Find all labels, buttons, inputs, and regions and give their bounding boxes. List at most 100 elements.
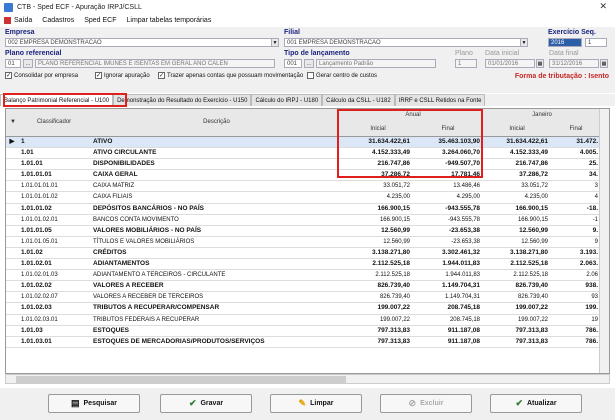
table-row[interactable]: 1.01.02.03.01 TRIBUTOS FEDERAIS A RECUPER…	[6, 315, 601, 326]
table-row[interactable]: 1.01 ATIVO CIRCULANTE 4.152.333,49 3.264.06…	[6, 148, 601, 160]
footer-toolbar: ▤ Pesquisar ✔ Gravar ✎ Limpar ⊘ Excluir ✔ Atu…	[0, 388, 615, 420]
table-row[interactable]: 1.01.01.02 DEPÓSITOS BANCÁRIOS - NO PAÍS 1…	[6, 204, 601, 215]
tipo-description: Lançamento Padrão	[316, 59, 436, 68]
table-cell: 93	[591, 294, 598, 301]
table-row[interactable]: 1.01.01.05.01 TÍTULOS E VALORES MOBILIÁRI…	[6, 237, 601, 248]
table-row[interactable]: 1.01.03.01 ESTOQUES DE MERCADORIAS/PRODUT…	[6, 337, 601, 348]
table-row[interactable]: ▶ 1 ATIVO 31.634.422,61 35.463.103,90 31.634.…	[6, 137, 601, 149]
tab-demonstracao[interactable]: Demonstração do Resultado do Exercício -…	[113, 94, 252, 106]
table-cell: 33.051,72	[383, 183, 410, 190]
table-row[interactable]: 1.01.01.02.01 BANCOS CONTA MOVIMENTO 166.9…	[6, 215, 601, 226]
col-janeiro-inicial[interactable]: Inicial	[483, 126, 551, 132]
table-cell: 2.112.525,18	[513, 272, 548, 279]
row-indicator-icon	[6, 159, 18, 169]
table-row[interactable]: 1.01.02.03 TRIBUTOS A RECUPERAR/COMPENSAR…	[6, 303, 601, 315]
table-row[interactable]: 1.01.01.05 VALORES MOBILIÁRIOS - NO PAÍS 1…	[6, 226, 601, 237]
exercicio-field[interactable]: 2016	[548, 38, 582, 47]
data-inicial-label: Data inicial	[485, 50, 520, 57]
sort-icon[interactable]: ▼	[8, 119, 18, 125]
table-cell: 3.302.461,32	[442, 248, 480, 256]
menu-cadastros[interactable]: Cadastros	[42, 17, 74, 24]
calendar-icon[interactable]: ▦	[600, 59, 608, 68]
table-cell: 1.01.03.01	[21, 337, 52, 345]
tipo-search-icon[interactable]: …	[304, 59, 314, 68]
tipo-code-field[interactable]: 001	[284, 59, 302, 68]
seq-field[interactable]: 1	[585, 38, 607, 47]
horizontal-scrollbar[interactable]	[5, 374, 610, 384]
table-cell: 1.01.01.01	[21, 171, 52, 179]
excluir-button[interactable]: ⊘ Excluir	[380, 394, 472, 413]
table-cell: VALORES A RECEBER	[93, 282, 164, 290]
grid-header: ▼ Classificador Descrição Anual Inicial …	[6, 109, 609, 137]
table-cell: 1	[21, 138, 25, 145]
menu-saida[interactable]: Saída	[4, 17, 32, 24]
title-bar: CTB - Sped ECF - Apuração IRPJ/CSLL ✕	[0, 0, 615, 14]
table-cell: 1.01.02.02	[21, 282, 52, 290]
table-cell: 9.	[592, 226, 598, 234]
row-indicator-icon	[6, 303, 18, 313]
scroll-thumb[interactable]	[16, 376, 346, 383]
table-cell: ADIANTAMENTOS	[93, 260, 150, 268]
table-row[interactable]: 1.01.01 DISPONIBILIDADES 216.747,86 -949.50…	[6, 159, 601, 171]
col-descricao[interactable]: Descrição	[90, 119, 343, 125]
check-icon: ✓	[5, 72, 12, 79]
exercicio-label: Exercício Seq.	[548, 29, 596, 36]
table-cell: 12.560,99	[521, 238, 548, 245]
table-row[interactable]: 1.01.01.01.01 CAIXA MATRIZ 33.051,72 13.486…	[6, 181, 601, 193]
tab-irrf[interactable]: IRRF e CSLL Retidos na Fonte	[394, 94, 486, 106]
plano2-field: 1	[455, 59, 477, 68]
calendar-icon[interactable]: ▦	[536, 59, 544, 68]
gravar-button[interactable]: ✔ Gravar	[160, 394, 252, 413]
pesquisar-button[interactable]: ▤ Pesquisar	[48, 394, 140, 413]
table-cell: 166.900,15	[377, 204, 410, 212]
consolidar-checkbox[interactable]: ✓ Consolidar por empresa	[5, 72, 78, 79]
filial-dropdown-icon[interactable]: ▼	[520, 38, 528, 47]
table-row[interactable]: 1.01.01.01 CAIXA GERAL 37.286,72 17.781,46 3…	[6, 170, 601, 182]
table-row[interactable]: 1.01.03 ESTOQUES 797.313,83 911.187,08 797.3…	[6, 326, 601, 337]
table-row[interactable]: 1.01.01.01.02 CAIXA FILIAIS 4.235,00 4.295,…	[6, 192, 601, 204]
col-janeiro-final[interactable]: Final	[551, 126, 601, 132]
limpar-button[interactable]: ✎ Limpar	[270, 394, 362, 413]
table-cell: 208.745,18	[447, 304, 480, 312]
table-cell: 37.286,72	[519, 171, 548, 179]
table-cell: -943.555,78	[445, 204, 480, 212]
table-cell: CAIXA FILIAIS	[93, 194, 133, 201]
check-icon: ✔	[515, 398, 523, 408]
empresa-field[interactable]: 002 EMPRESA DEMONSTRACAO	[5, 38, 275, 47]
table-cell: 1.01.02.01.03	[21, 272, 58, 279]
table-cell: 3.138.271,80	[372, 248, 410, 256]
tab-csll[interactable]: Cálculo da CSLL - U182	[322, 94, 395, 106]
trazer-checkbox[interactable]: ✓ Trazer apenas contas que possuam movime…	[158, 72, 303, 79]
anual-highlight	[337, 109, 483, 178]
table-cell: 1.01.02	[21, 248, 43, 256]
table-cell: ATIVO	[93, 138, 113, 145]
menu-bar: Saída Cadastros Sped ECF Limpar tabelas …	[0, 14, 615, 27]
atualizar-button[interactable]: ✔ Atualizar	[490, 394, 582, 413]
plano-search-icon[interactable]: …	[23, 59, 33, 68]
table-row[interactable]: 1.01.02.02 VALORES A RECEBER 826.739,40 1.1…	[6, 281, 601, 293]
gerar-checkbox[interactable]: Gerar centro de custos	[307, 72, 377, 79]
menu-sped-ecf[interactable]: Sped ECF	[84, 17, 116, 24]
table-row[interactable]: 1.01.02.01.03 ADIANTAMENTO A TERCEIROS - …	[6, 270, 601, 282]
table-cell: 1.01.01.02	[21, 204, 52, 212]
table-cell: 797.313,83	[515, 337, 548, 345]
vertical-scrollbar[interactable]	[599, 109, 609, 373]
filial-field[interactable]: 001 EMPRESA DEMONSTRACAO	[284, 38, 524, 47]
empresa-dropdown-icon[interactable]: ▼	[271, 38, 279, 47]
tab-irpj[interactable]: Cálculo do IRPJ - U180	[251, 94, 323, 106]
table-row[interactable]: 1.01.02.01 ADIANTAMENTOS 2.112.525,18 1.944…	[6, 259, 601, 271]
col-classificador[interactable]: Classificador	[18, 119, 90, 125]
check-icon: ✔	[188, 398, 197, 408]
table-cell: TRIBUTOS A RECUPERAR/COMPENSAR	[93, 304, 220, 312]
table-cell: TÍTULOS E VALORES MOBILIÁRIOS	[93, 238, 195, 245]
table-cell: 4.152.333,49	[510, 149, 548, 157]
ignorar-checkbox[interactable]: ✓ Ignorar apuração	[95, 72, 150, 79]
table-cell: 1.944.011,83	[442, 260, 480, 268]
row-indicator-icon	[6, 170, 18, 180]
table-cell: -18.	[586, 204, 598, 212]
close-icon[interactable]: ✕	[599, 1, 607, 12]
table-row[interactable]: 1.01.02.02.07 VALORES A RECEBER DE TERCEI…	[6, 292, 601, 304]
menu-limpar-tabelas[interactable]: Limpar tabelas temporárias	[127, 17, 212, 24]
plano-code-field[interactable]: 01	[5, 59, 21, 68]
table-row[interactable]: 1.01.02 CRÉDITOS 3.138.271,80 3.302.461,32 3…	[6, 248, 601, 260]
